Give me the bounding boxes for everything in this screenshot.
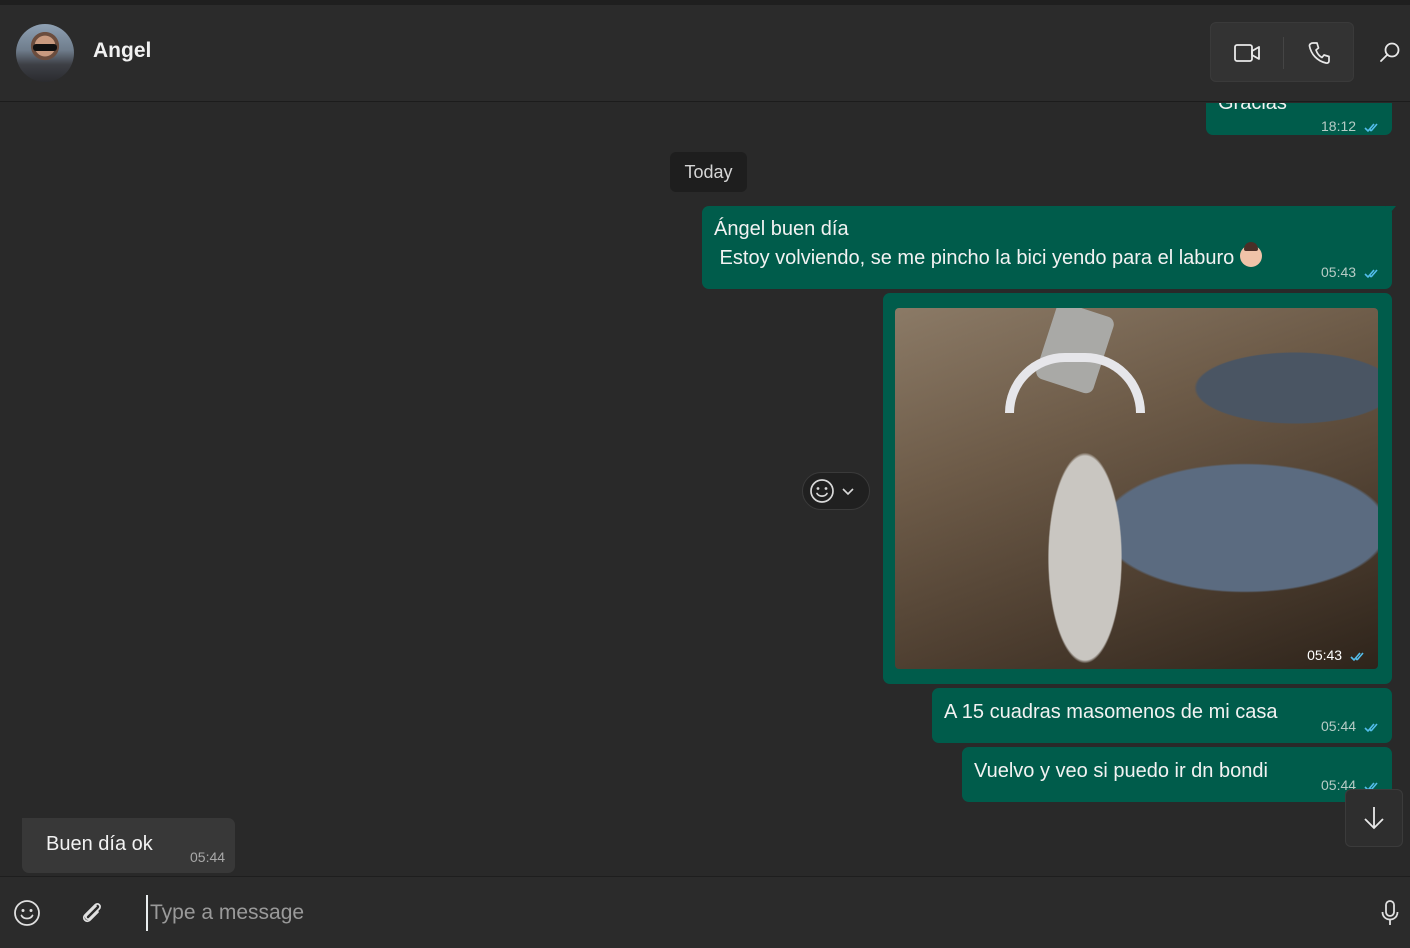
paperclip-icon [82, 903, 101, 923]
contact-name[interactable]: Angel [93, 39, 151, 63]
contact-avatar[interactable] [16, 24, 74, 82]
double-check-icon [1364, 269, 1378, 278]
message-bubble-incoming[interactable]: Buen día ok 05:44 [22, 818, 235, 873]
chat-header: Angel [0, 5, 1410, 102]
arrow-down-icon [1364, 807, 1384, 830]
message-time: 05:44 [1321, 718, 1357, 734]
microphone-icon [1381, 900, 1399, 925]
message-text: Vuelvo y veo si puedo ir dn bondi [974, 760, 1268, 782]
message-time: 05:43 [1321, 264, 1357, 280]
call-button-group [1210, 22, 1354, 82]
double-check-icon [1350, 652, 1364, 661]
message-time: 05:44 [190, 849, 226, 865]
voice-message-button[interactable] [1372, 895, 1408, 931]
message-bubble-outgoing[interactable]: Vuelvo y veo si puedo ir dn bondi 05:44 [962, 747, 1392, 802]
message-composer [0, 876, 1410, 948]
day-separator: Today [670, 152, 747, 192]
bubble-tail [1386, 206, 1396, 218]
message-text: Gracias [1218, 103, 1287, 114]
message-bubble-outgoing[interactable]: Ángel buen día Estoy volviendo, se me pi… [702, 206, 1396, 289]
phone-icon [1308, 42, 1330, 64]
emoji-button[interactable] [9, 895, 45, 931]
search-button[interactable] [1372, 34, 1408, 70]
message-text: A 15 cuadras masomenos de mi casa [944, 701, 1278, 723]
message-meta: 18:12 [1321, 118, 1382, 134]
bike-flat-tire-photo[interactable]: 05:43 [895, 308, 1378, 669]
message-list[interactable]: Gracias 18:12 Today Ángel buen día Estoy… [0, 103, 1410, 876]
message-bubble-outgoing[interactable]: Gracias 18:12 [1206, 103, 1392, 135]
message-meta: 05:44 [1321, 718, 1382, 734]
message-text: Buen día ok [46, 833, 153, 855]
chevron-down-icon [842, 488, 854, 496]
video-camera-icon [1234, 44, 1260, 62]
woman-facepalming-emoji-icon [1240, 242, 1263, 267]
message-text-line-2: Estoy volviendo, se me pincho la bici ye… [714, 242, 1263, 273]
message-meta: 05:43 [1307, 647, 1368, 663]
double-check-icon [1364, 723, 1378, 732]
smiley-icon [14, 900, 40, 926]
message-time: 05:43 [1307, 647, 1343, 663]
message-time: 18:12 [1321, 118, 1357, 134]
message-bubble-outgoing[interactable]: A 15 cuadras masomenos de mi casa 05:44 [932, 688, 1392, 743]
attach-button[interactable] [74, 895, 110, 931]
double-check-icon [1364, 123, 1378, 132]
image-message-bubble[interactable]: 05:43 [883, 293, 1392, 684]
scroll-to-bottom-button[interactable] [1345, 789, 1403, 847]
voice-call-button[interactable] [1283, 23, 1355, 83]
video-call-button[interactable] [1211, 23, 1283, 83]
message-input[interactable] [146, 895, 1346, 931]
message-meta: 05:43 [1321, 264, 1382, 280]
message-text: Estoy volviendo, se me pincho la bici ye… [714, 247, 1235, 269]
search-icon [1380, 42, 1400, 62]
reaction-button[interactable] [802, 472, 870, 510]
avatar-glasses [33, 44, 57, 51]
message-text-line-1: Ángel buen día [714, 218, 849, 240]
photo-brake-shape [1005, 353, 1145, 413]
smiley-icon [810, 479, 834, 503]
